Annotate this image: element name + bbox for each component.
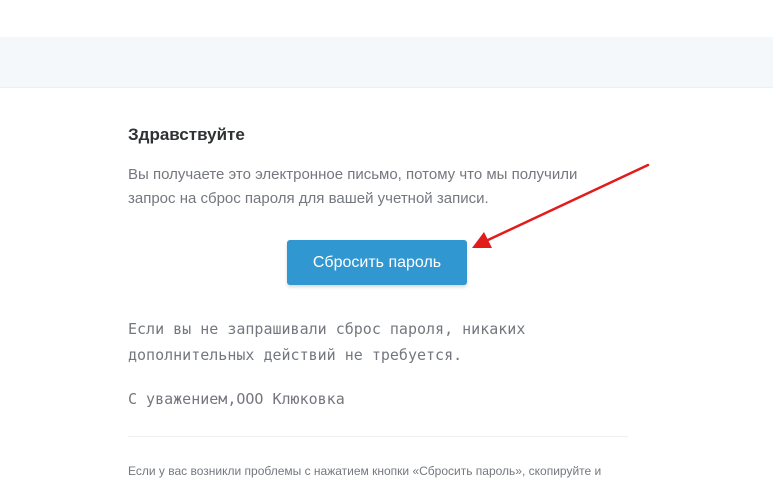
divider	[128, 436, 628, 437]
signature: С уважением,ООО Клюковка	[128, 390, 345, 408]
no-action-note: Если вы не запрашивали сброс пароля, ник…	[128, 316, 525, 368]
email-header-band	[0, 37, 773, 88]
note-line-2: дополнительных действий не требуется.	[128, 346, 463, 364]
top-area	[0, 0, 773, 37]
greeting-heading: Здравствуйте	[128, 125, 245, 144]
note-line-1: Если вы не запрашивали сброс пароля, ник…	[128, 320, 526, 338]
reset-password-button[interactable]: Сбросить пароль	[287, 240, 467, 285]
intro-text: Вы получаете это электронное письмо, пот…	[128, 166, 578, 207]
trouble-text: Если у вас возникли проблемы с нажатием …	[128, 464, 602, 478]
